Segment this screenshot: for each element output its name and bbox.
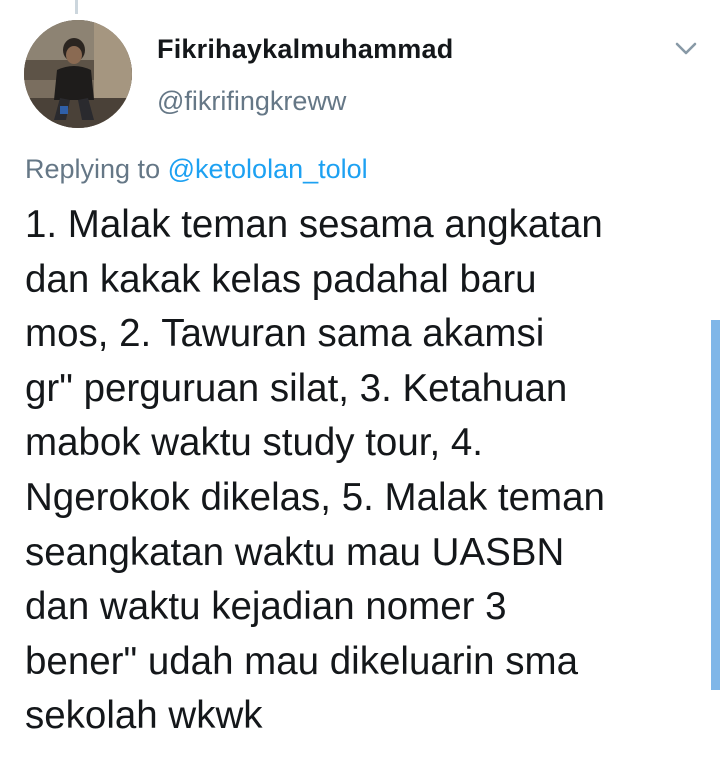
replying-to-line: Replying to @ketololan_tolol <box>25 154 368 185</box>
thread-connector-line <box>75 0 78 14</box>
replying-to-label: Replying to <box>25 154 161 184</box>
tweet-text: 1. Malak teman sesama angkatan dan kakak… <box>25 203 605 738</box>
replying-to-mention-link[interactable]: @ketololan_tolol <box>168 154 368 184</box>
profile-photo-icon <box>24 20 132 128</box>
chevron-down-icon <box>675 42 697 55</box>
avatar[interactable] <box>24 20 132 128</box>
scrollbar[interactable] <box>711 320 720 690</box>
display-name[interactable]: Fikrihaykalmuhammad <box>157 34 453 65</box>
tweet-menu-button[interactable] <box>672 36 700 60</box>
user-handle[interactable]: @fikrifingkreww <box>157 86 346 117</box>
